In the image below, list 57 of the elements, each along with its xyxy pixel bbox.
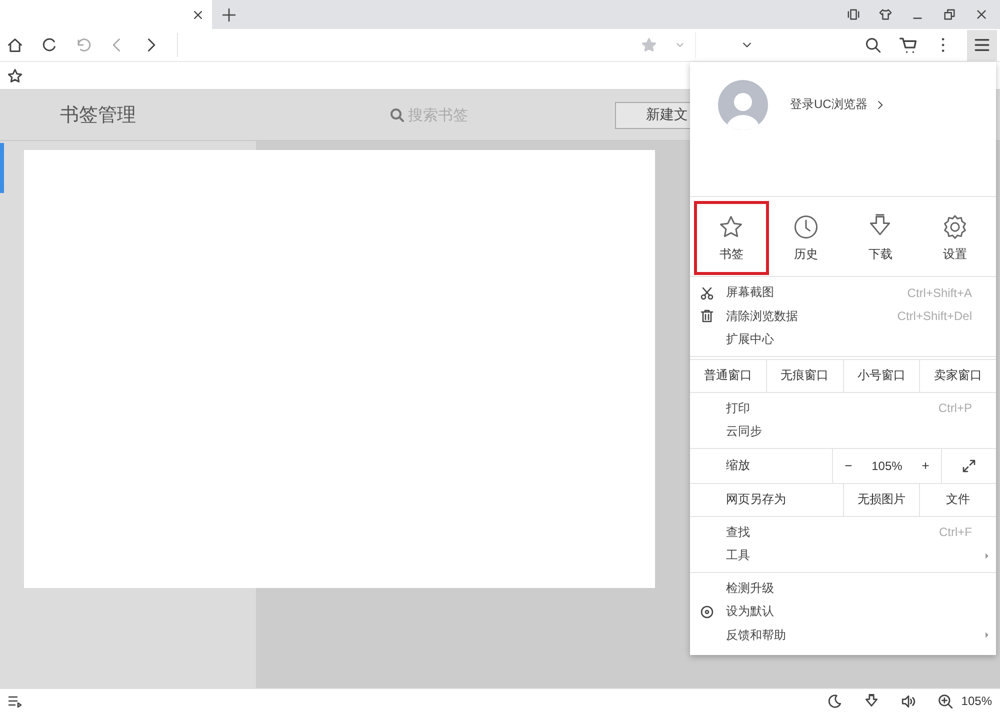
home-icon[interactable] [7,37,23,53]
cart-icon[interactable] [899,36,917,54]
menu-item[interactable]: 扩展中心 [690,328,996,352]
new-tab-icon[interactable] [222,8,236,22]
menu-item[interactable]: 云同步 [690,420,996,444]
window-option[interactable]: 普通窗口 [690,360,767,392]
login-link[interactable]: 登录UC浏览器 [790,96,886,113]
settings-icon [942,214,968,240]
save-as-label: 网页另存为 [725,491,787,508]
menu-shortcut[interactable]: 设置 [918,201,992,275]
search-icon[interactable] [865,37,881,53]
close-icon[interactable] [975,8,988,21]
target-icon [700,604,714,619]
star-icon [718,214,744,240]
menu-item[interactable]: 检测升级 [690,576,996,600]
search-icon [390,108,404,122]
menu-button[interactable] [967,30,997,60]
menu-shortcut[interactable]: 下载 [843,201,918,275]
page-title: 书签管理 [60,104,137,128]
selection-indicator [0,143,4,193]
menu-item[interactable]: 反馈和帮助 [690,624,996,647]
save-option[interactable]: 无损图片 [842,484,920,516]
speaker-icon[interactable] [901,694,916,708]
shirt-icon[interactable] [879,8,892,21]
window-option[interactable]: 小号窗口 [844,360,920,392]
list-icon[interactable] [8,694,22,708]
zoom-level[interactable]: 105% [961,694,992,708]
window-option[interactable]: 卖家窗口 [920,360,996,392]
trash-icon [700,309,714,324]
star-icon[interactable] [7,68,23,84]
menu-icon [973,36,991,54]
menu-item[interactable]: 设为默认 [690,600,996,624]
menu-item[interactable]: 查找 Ctrl+F [690,520,996,544]
zoom-value: 105% [872,458,902,472]
menu-item[interactable]: 工具 [690,544,996,568]
zoom-in-icon[interactable] [938,694,954,708]
vibrate-icon[interactable] [847,8,860,21]
zoom-in-button[interactable]: + [918,458,934,473]
fullscreen-icon[interactable] [962,458,976,472]
scissors-icon [700,286,714,300]
menu-item[interactable]: 清除浏览数据 Ctrl+Shift+Del [690,304,996,328]
download-icon[interactable] [864,694,880,708]
restore-icon[interactable] [943,8,956,21]
save-option[interactable]: 文件 [919,484,996,516]
clock-icon [792,214,819,240]
menu-item[interactable]: 屏幕截图 Ctrl+Shift+A [690,281,996,304]
chevron-icon [875,100,886,110]
menu-item[interactable]: 打印 Ctrl+P [690,396,996,420]
moon-icon[interactable] [827,694,842,708]
avatar-icon [718,80,768,130]
menu-shortcut[interactable]: 书签 [694,201,768,275]
zoom-out-button[interactable]: − [840,458,856,473]
refresh-icon[interactable] [41,37,57,53]
window-option[interactable]: 无痕窗口 [766,360,844,392]
close-icon[interactable] [192,8,204,20]
zoom-label: 缩放 [725,457,751,474]
menu-shortcut[interactable]: 历史 [768,201,843,275]
